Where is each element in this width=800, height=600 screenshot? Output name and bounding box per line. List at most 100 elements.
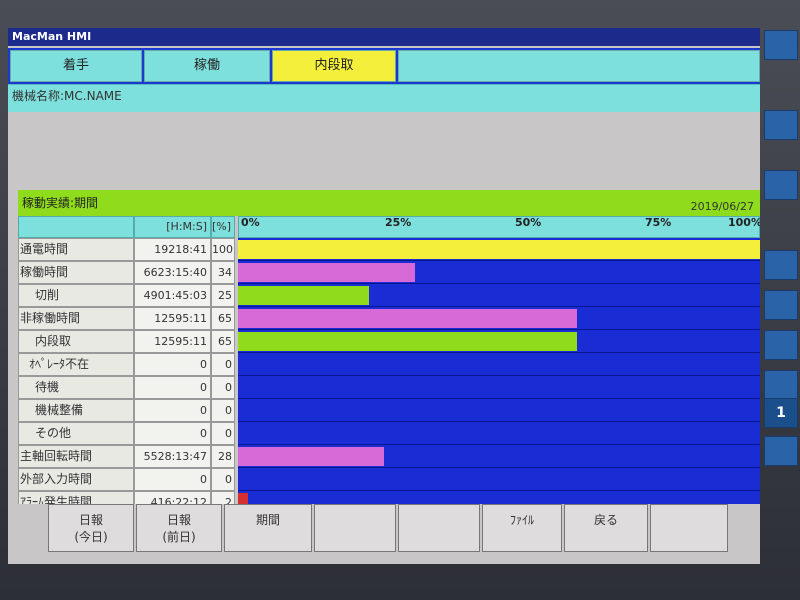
tab-kadou[interactable]: 稼働	[144, 50, 270, 82]
table-row: 非稼働時間 12595:11 65	[18, 307, 760, 330]
header-pct: [%]	[211, 216, 235, 238]
row-percent: 34	[211, 261, 235, 284]
scale-50: 50%	[515, 216, 542, 229]
scale-100: 100%	[728, 216, 760, 229]
softkey-5[interactable]	[398, 504, 480, 552]
bar-fill	[238, 263, 416, 282]
table-row: 通電時間 19218:41 100	[18, 238, 760, 261]
row-name: 内段取	[18, 330, 134, 353]
row-time: 0	[134, 399, 211, 422]
softkey-label: 日報	[166, 513, 191, 527]
row-time: 19218:41	[134, 238, 211, 261]
table-row: 待機 0 0	[18, 376, 760, 399]
row-time: 0	[134, 353, 211, 376]
softkey-bar: 日報 (今日) 日報 (前日) 期間 ﾌｧｲﾙ 戻る	[8, 504, 760, 564]
table-row: 主軸回転時間 5528:13:47 28	[18, 445, 760, 468]
softkey-label: ﾌｧｲﾙ	[509, 513, 534, 527]
column-header: [H:M:S] [%] 0% 25% 50% 75% 100%	[18, 216, 760, 238]
side-button-6[interactable]	[764, 330, 798, 360]
table-row: その他 0 0	[18, 422, 760, 445]
row-time: 4901:45:03	[134, 284, 211, 307]
side-button-4[interactable]	[764, 250, 798, 280]
section-title: 稼動実績:期間	[22, 196, 99, 210]
softkey-6[interactable]: ﾌｧｲﾙ	[482, 504, 562, 552]
softkey-sublabel: (今日)	[74, 530, 108, 544]
softkey-2[interactable]: 日報 (前日)	[136, 504, 222, 552]
machine-name: 機械名称:MC.NAME	[8, 84, 760, 112]
softkey-1[interactable]: 日報 (今日)	[48, 504, 134, 552]
side-button-7[interactable]	[764, 370, 798, 400]
row-time: 5528:13:47	[134, 445, 211, 468]
row-percent: 65	[211, 307, 235, 330]
softkey-4[interactable]	[314, 504, 396, 552]
table-row: 内段取 12595:11 65	[18, 330, 760, 353]
row-time: 0	[134, 468, 211, 491]
softkey-3[interactable]: 期間	[224, 504, 312, 552]
side-button-8[interactable]	[764, 436, 798, 466]
row-time: 12595:11	[134, 307, 211, 330]
tab-naidandori[interactable]: 内段取	[272, 50, 396, 82]
bar-fill	[238, 240, 760, 259]
section-header: 稼動実績:期間 2019/06/27	[18, 190, 760, 216]
row-name: 主軸回転時間	[18, 445, 134, 468]
softkey-sublabel: (前日)	[162, 530, 196, 544]
row-percent: 0	[211, 468, 235, 491]
bar-track	[238, 445, 760, 468]
table-row: 機械整備 0 0	[18, 399, 760, 422]
bar-track	[238, 261, 760, 284]
tab-chakushu[interactable]: 着手	[10, 50, 142, 82]
header-blank	[18, 216, 134, 238]
table-row: ｵﾍﾟﾚｰﾀ不在 0 0	[18, 353, 760, 376]
side-button-2[interactable]	[764, 110, 798, 140]
bar-track	[238, 353, 760, 376]
row-name: その他	[18, 422, 134, 445]
bar-fill	[238, 447, 385, 466]
softkey-label: 期間	[255, 513, 280, 527]
row-name: 待機	[18, 376, 134, 399]
row-time: 0	[134, 422, 211, 445]
row-percent: 25	[211, 284, 235, 307]
row-time: 12595:11	[134, 330, 211, 353]
scale-0: 0%	[241, 216, 260, 229]
softkey-7[interactable]: 戻る	[564, 504, 648, 552]
softkey-label: 戻る	[593, 513, 618, 527]
bar-track	[238, 284, 760, 307]
side-button-3[interactable]	[764, 170, 798, 200]
tab-bar: 着手 稼働 内段取	[8, 48, 760, 84]
row-percent: 65	[211, 330, 235, 353]
side-button-5[interactable]	[764, 290, 798, 320]
bar-fill	[238, 332, 578, 351]
row-name: 切削	[18, 284, 134, 307]
bar-track	[238, 468, 760, 491]
table-row: 稼働時間 6623:15:40 34	[18, 261, 760, 284]
bar-track	[238, 422, 760, 445]
row-percent: 0	[211, 376, 235, 399]
row-time: 6623:15:40	[134, 261, 211, 284]
header-scale	[238, 216, 760, 238]
tab-empty	[398, 50, 760, 82]
bar-track	[238, 330, 760, 353]
softkey-8[interactable]	[650, 504, 728, 552]
row-name: 通電時間	[18, 238, 134, 261]
bar-track	[238, 399, 760, 422]
table-row: 外部入力時間 0 0	[18, 468, 760, 491]
row-percent: 0	[211, 422, 235, 445]
scale-25: 25%	[385, 216, 412, 229]
bar-track	[238, 376, 760, 399]
row-name: 外部入力時間	[18, 468, 134, 491]
row-percent: 28	[211, 445, 235, 468]
header-time: [H:M:S]	[134, 216, 211, 238]
right-side-bar: 1	[762, 30, 800, 560]
hmi-screen: MacMan HMI 着手 稼働 内段取 機械名称:MC.NAME 稼動実績:期…	[8, 28, 760, 564]
table-row: 切削 4901:45:03 25	[18, 284, 760, 307]
row-name: 非稼働時間	[18, 307, 134, 330]
row-name: ｵﾍﾟﾚｰﾀ不在	[18, 353, 134, 376]
row-name: 稼働時間	[18, 261, 134, 284]
scale-75: 75%	[645, 216, 672, 229]
window-title: MacMan HMI	[8, 28, 760, 46]
side-button-1[interactable]	[764, 30, 798, 60]
info-area	[8, 112, 760, 192]
bar-fill	[238, 286, 369, 305]
row-percent: 0	[211, 399, 235, 422]
row-time: 0	[134, 376, 211, 399]
